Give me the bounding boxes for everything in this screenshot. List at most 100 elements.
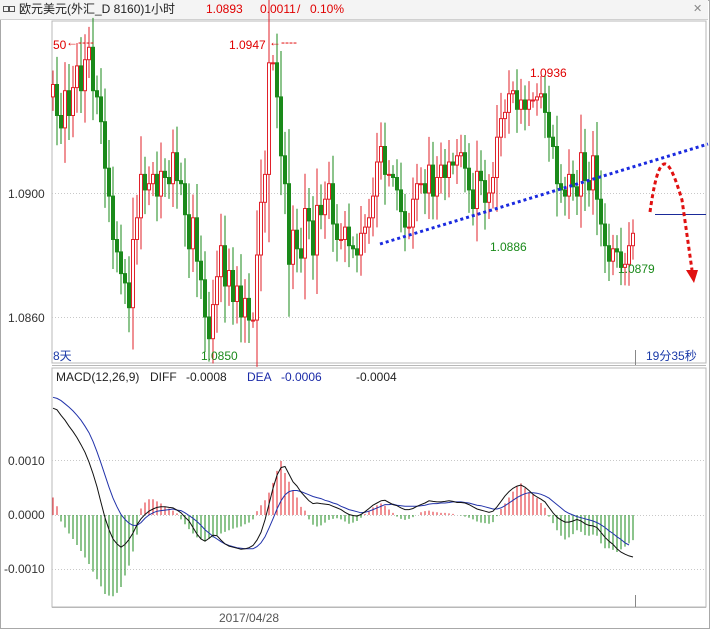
macd-legend-dea-value: -0.0006: [281, 370, 322, 384]
candle-down: [603, 223, 607, 247]
diff-line: [52, 407, 634, 558]
candle-down: [95, 90, 99, 98]
candle-down: [239, 285, 243, 318]
candle-up: [151, 173, 155, 185]
candle-down: [143, 173, 147, 191]
candle-up: [339, 239, 343, 241]
candle-down: [179, 180, 183, 185]
candle-down: [607, 245, 611, 262]
macd-legend-diff-value: -0.0008: [186, 370, 227, 384]
candle-up: [491, 177, 495, 194]
candle-down: [295, 229, 299, 250]
candle-up: [415, 183, 419, 200]
candle-down: [383, 146, 387, 175]
candle-down: [59, 115, 63, 129]
macd-legend-diff-label: DIFF: [150, 370, 177, 384]
annotation-cut-high: 50: [53, 38, 67, 52]
candle-up: [371, 195, 375, 219]
annotation-low2: 1.0886: [490, 240, 527, 254]
candle-up: [447, 161, 451, 178]
candle-down: [247, 297, 251, 321]
candle-up: [303, 208, 307, 259]
candle-down: [599, 198, 603, 225]
candle-down: [127, 282, 131, 309]
candle-up: [135, 217, 139, 241]
candle-down: [351, 245, 355, 250]
candle-down: [115, 239, 119, 253]
candle-up: [499, 118, 503, 138]
candle-up: [263, 173, 267, 203]
candle-up: [191, 217, 195, 250]
candle-up: [359, 232, 363, 256]
macd-legend-macd-value: -0.0004: [356, 370, 397, 384]
candle-up: [243, 297, 247, 318]
candle-down: [395, 177, 399, 191]
annotation-arrow-2: ←----: [269, 35, 297, 49]
macd-legend-name: MACD(12,26,9): [56, 370, 139, 384]
candle-down: [91, 46, 95, 92]
macd-panel: [51, 367, 707, 608]
candle-down: [223, 245, 227, 287]
candle-down: [551, 136, 555, 147]
y-tick-1.0900: 1.0900: [8, 187, 45, 201]
macd-tick-0.0010: 0.0010: [8, 454, 45, 468]
candle-up: [579, 152, 583, 197]
candle-up: [63, 90, 67, 129]
candle-down: [423, 183, 427, 194]
candle-down: [563, 189, 567, 197]
candle-down: [175, 152, 179, 182]
candle-down: [187, 214, 191, 250]
macd-tick-0.0000: 0.0000: [8, 508, 45, 522]
candle-down: [399, 189, 403, 213]
candle-up: [255, 254, 259, 321]
candle-down: [403, 211, 407, 228]
x-axis-date-label: 2017/04/28: [219, 611, 279, 625]
candle-down: [431, 164, 435, 197]
annotation-arrow-1: ←----: [66, 35, 94, 49]
period-tag: 8天: [53, 349, 72, 363]
candle-up: [363, 226, 367, 234]
candle-down: [111, 195, 115, 241]
candle-down: [451, 161, 455, 166]
candle-down: [203, 279, 207, 318]
candle-up: [259, 201, 263, 256]
candle-up: [139, 173, 143, 219]
candle-up: [511, 90, 515, 95]
candle-up: [487, 192, 491, 203]
candle-up: [531, 99, 535, 102]
candle-up: [291, 229, 295, 265]
candle-down: [355, 248, 359, 256]
macd-legend-dea-label: DEA: [247, 370, 272, 384]
candle-down: [103, 121, 107, 169]
candle-up: [71, 87, 75, 116]
candle-up: [611, 248, 615, 262]
candle-down: [595, 155, 599, 200]
macd-tick-neg0.0010: -0.0010: [4, 562, 45, 576]
candle-up: [419, 183, 423, 186]
candle-up: [315, 204, 319, 256]
candle-down: [483, 180, 487, 203]
candle-up: [271, 62, 275, 65]
candle-up: [375, 161, 379, 197]
candle-down: [163, 170, 167, 179]
forecast-arrowhead: [686, 270, 698, 283]
candle-up: [251, 319, 255, 322]
candle-down: [311, 220, 315, 256]
candle-up: [87, 46, 91, 61]
candle-up: [411, 198, 415, 228]
candle-down: [515, 90, 519, 110]
candle-down: [119, 251, 123, 275]
candle-down: [183, 183, 187, 216]
annotation-high2: 1.0936: [530, 66, 567, 80]
countdown-tag: 19分35秒: [646, 349, 697, 363]
candle-down: [347, 226, 351, 247]
candlestick-series: [51, 0, 635, 367]
candle-up: [219, 245, 223, 278]
candle-up: [235, 285, 239, 302]
candle-up: [171, 152, 175, 185]
candle-down: [391, 173, 395, 178]
dea-line: [52, 396, 630, 550]
candle-down: [307, 208, 311, 222]
candle-down: [555, 146, 559, 185]
candle-up: [215, 276, 219, 306]
